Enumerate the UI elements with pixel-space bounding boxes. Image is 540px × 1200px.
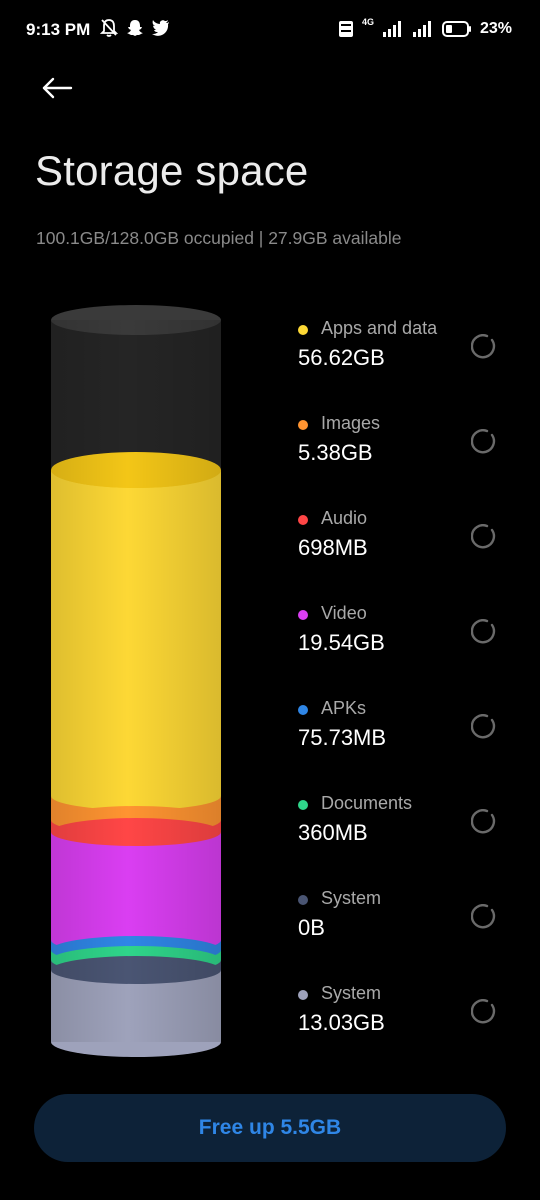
legend-value: 5.38GB: [298, 440, 373, 465]
legend-label: Video: [321, 603, 367, 623]
status-icons-right: 4G 23%: [338, 17, 512, 38]
legend-dot: [298, 990, 308, 1000]
legend-item-system[interactable]: System 13.03GB: [298, 983, 518, 1078]
legend-dot: [298, 325, 308, 335]
loading-spinner-icon: [471, 714, 496, 739]
legend-dot: [298, 895, 308, 905]
legend-label: Audio: [321, 508, 368, 528]
legend-value: 75.73MB: [298, 725, 387, 750]
loading-spinner-icon: [471, 524, 496, 549]
legend-item-video[interactable]: Video 19.54GB: [298, 603, 518, 698]
status-bar: 9:13 PM 4G 23%: [0, 0, 540, 60]
legend-item-apks[interactable]: APKs 75.73MB: [298, 698, 518, 793]
legend-item-images[interactable]: Images 5.38GB: [298, 413, 518, 508]
arrow-left-icon: [42, 77, 73, 99]
legend-label: Documents: [321, 793, 413, 813]
legend-value: 698MB: [298, 535, 368, 560]
legend-value: 13.03GB: [298, 1010, 385, 1035]
legend-label: System: [321, 983, 382, 1003]
storage-cylinder: [40, 300, 240, 1080]
legend-dot: [298, 515, 308, 525]
legend-item-audio[interactable]: Audio 698MB: [298, 508, 518, 603]
legend-label: Images: [321, 413, 381, 433]
4g-signal-icon: [382, 21, 401, 37]
legend-item-apps-data[interactable]: Apps and data 56.62GB: [298, 318, 518, 413]
loading-spinner-icon: [471, 809, 496, 834]
legend-label: APKs: [321, 698, 367, 718]
loading-spinner-icon: [471, 999, 496, 1024]
volte-icon: [338, 21, 353, 37]
wifi-signal-icon: [412, 21, 431, 37]
network-type: 4G: [361, 17, 374, 27]
legend-value: 360MB: [298, 820, 368, 845]
legend-label: System: [321, 888, 382, 908]
bell-off-icon: [100, 19, 118, 37]
legend-item-documents[interactable]: Documents 360MB: [298, 793, 518, 888]
storage-legend: Apps and data 56.62GB Images 5.38GB Audi…: [298, 318, 518, 1078]
loading-spinner-icon: [471, 429, 496, 454]
legend-dot: [298, 800, 308, 810]
page-title: Storage space: [35, 147, 309, 194]
legend-dot: [298, 610, 308, 620]
back-button[interactable]: [38, 70, 78, 106]
legend-value: 0B: [298, 915, 325, 940]
legend-dot: [298, 420, 308, 430]
battery-icon: [441, 21, 471, 37]
battery-percent: 23%: [479, 20, 512, 37]
status-time: 9:13 PM: [26, 20, 91, 39]
status-icons-left: [100, 18, 170, 38]
cylinder-shading: [51, 320, 221, 1042]
loading-spinner-icon: [471, 619, 496, 644]
legend-label: Apps and data: [321, 318, 438, 338]
loading-spinner-icon: [471, 904, 496, 929]
legend-value: 19.54GB: [298, 630, 385, 655]
storage-summary: 100.1GB/128.0GB occupied | 27.9GB availa…: [36, 228, 402, 248]
snapchat-icon: [127, 20, 143, 36]
free-up-button[interactable]: Free up 5.5GB: [34, 1094, 506, 1162]
legend-value: 56.62GB: [298, 345, 385, 370]
legend-item-system-zero[interactable]: System 0B: [298, 888, 518, 983]
twitter-icon: [152, 20, 169, 36]
loading-spinner-icon: [471, 334, 496, 359]
legend-dot: [298, 705, 308, 715]
